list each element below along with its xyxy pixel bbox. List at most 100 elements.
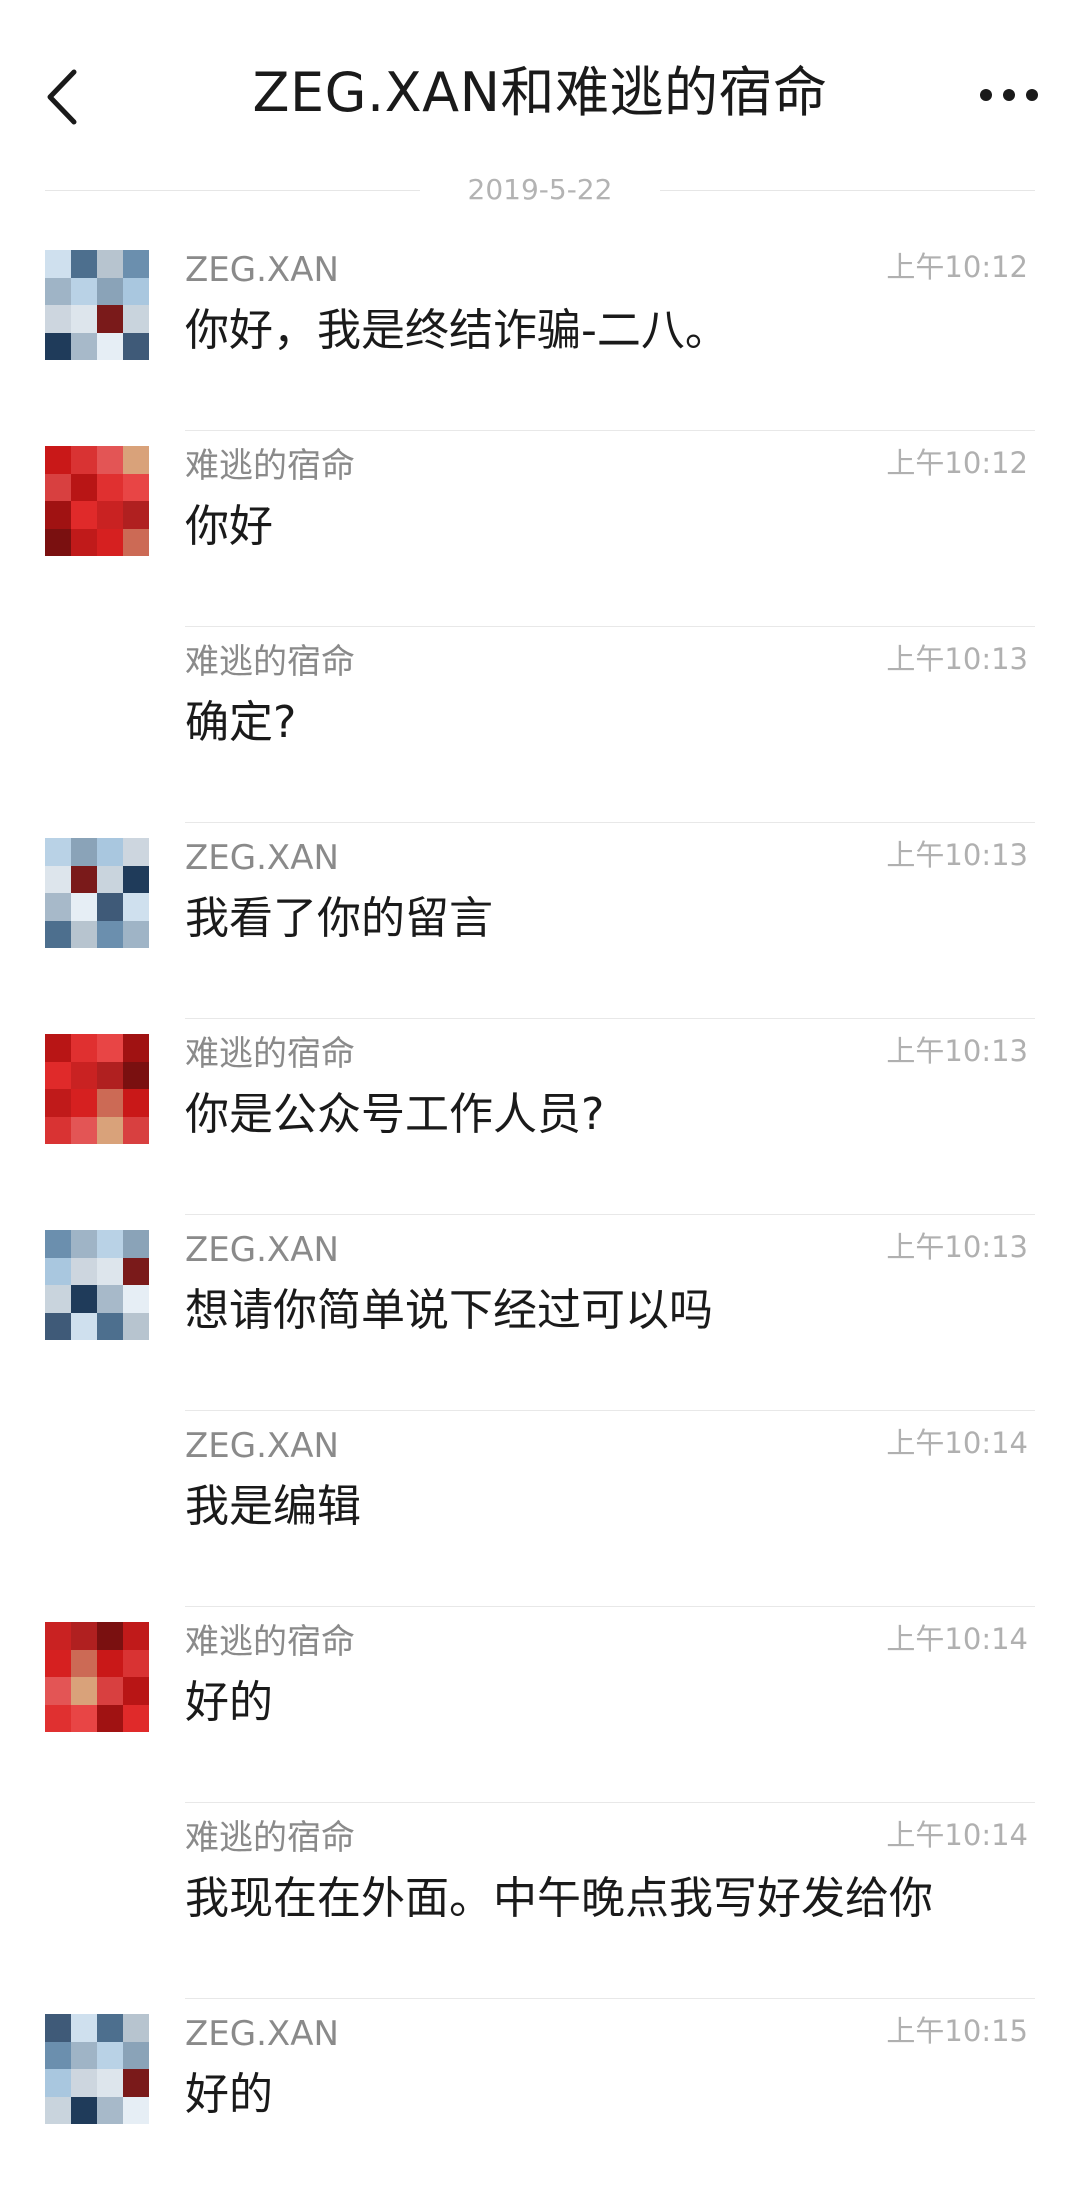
avatar-tile xyxy=(45,446,71,474)
avatar-tile xyxy=(97,332,123,360)
avatar-tile xyxy=(45,1649,71,1677)
avatar-tile xyxy=(123,838,149,866)
message-time: 上午10:13 xyxy=(886,1034,1028,1068)
avatar[interactable] xyxy=(45,838,149,948)
avatar-tile xyxy=(71,2069,97,2097)
avatar-tile xyxy=(45,1089,71,1117)
sender-name: 难逃的宿命 xyxy=(185,642,355,682)
avatar-tile xyxy=(123,1285,149,1313)
message-item[interactable]: ZEG.XAN 上午10:14 我是编辑 xyxy=(0,1411,1080,1607)
message-text: 你好 xyxy=(185,501,273,552)
avatar-tile xyxy=(45,1230,71,1258)
message-item[interactable]: ZEG.XAN 上午10:13 我看了你的留言 xyxy=(0,823,1080,1019)
message-text: 我是编辑 xyxy=(185,1481,361,1532)
avatar-tile xyxy=(45,1034,71,1062)
avatar[interactable] xyxy=(45,1622,149,1732)
avatar-tile xyxy=(71,2096,97,2124)
avatar-tile xyxy=(71,2014,97,2042)
avatar-tile xyxy=(123,473,149,501)
sender-name: 难逃的宿命 xyxy=(185,446,355,486)
avatar[interactable] xyxy=(45,1230,149,1340)
message-item[interactable]: ZEG.XAN 上午10:15 好的 xyxy=(0,1999,1080,2195)
avatar-tile xyxy=(45,1622,71,1650)
message-text: 好的 xyxy=(185,1677,273,1728)
avatar-tile xyxy=(45,2096,71,2124)
avatar-tile xyxy=(97,446,123,474)
avatar-tile xyxy=(45,1061,71,1089)
message-list: ZEG.XAN 上午10:12 你好，我是终结诈骗-二八。 难逃的宿命 上午10… xyxy=(0,235,1080,2195)
message-time: 上午10:14 xyxy=(886,1622,1028,1656)
avatar-tile xyxy=(71,893,97,921)
avatar-tile xyxy=(123,1649,149,1677)
message-item[interactable]: ZEG.XAN 上午10:13 想请你简单说下经过可以吗 xyxy=(0,1215,1080,1411)
avatar-tile xyxy=(45,865,71,893)
avatar[interactable] xyxy=(45,250,149,360)
avatar-tile xyxy=(123,1034,149,1062)
avatar-tile xyxy=(71,473,97,501)
message-time: 上午10:14 xyxy=(886,1818,1028,1852)
sender-name: ZEG.XAN xyxy=(185,1426,339,1466)
chevron-left-icon xyxy=(47,69,77,125)
message-item[interactable]: ZEG.XAN 上午10:12 你好，我是终结诈骗-二八。 xyxy=(0,235,1080,431)
avatar-tile xyxy=(45,920,71,948)
avatar-tile xyxy=(71,446,97,474)
avatar-tile xyxy=(45,2014,71,2042)
message-time: 上午10:12 xyxy=(886,446,1028,480)
sender-name: ZEG.XAN xyxy=(185,838,339,878)
avatar-tile xyxy=(123,528,149,556)
avatar-tile xyxy=(123,305,149,333)
avatar-tile xyxy=(123,1230,149,1258)
message-time: 上午10:13 xyxy=(886,838,1028,872)
avatar-tile xyxy=(97,473,123,501)
avatar-tile xyxy=(71,1622,97,1650)
message-text: 我现在在外面。中午晚点我写好发给你 xyxy=(185,1873,933,1924)
avatar-tile xyxy=(123,2014,149,2042)
avatar-tile xyxy=(71,838,97,866)
avatar-tile xyxy=(97,1677,123,1705)
avatar-tile xyxy=(97,1622,123,1650)
avatar-tile xyxy=(45,528,71,556)
avatar-tile xyxy=(123,1061,149,1089)
avatar-tile xyxy=(123,2069,149,2097)
avatar-tile xyxy=(97,501,123,529)
avatar-tile xyxy=(123,893,149,921)
avatar-tile xyxy=(71,305,97,333)
avatar-tile xyxy=(71,501,97,529)
avatar-tile xyxy=(97,1230,123,1258)
sender-name: ZEG.XAN xyxy=(185,250,339,290)
avatar-tile xyxy=(97,1312,123,1340)
more-button[interactable] xyxy=(974,75,1044,115)
sender-name: 难逃的宿命 xyxy=(185,1034,355,1074)
avatar-tile xyxy=(71,1704,97,1732)
avatar-tile xyxy=(123,446,149,474)
avatar[interactable] xyxy=(45,2014,149,2124)
avatar-tile xyxy=(97,2096,123,2124)
message-time: 上午10:15 xyxy=(886,2014,1028,2048)
avatar-tile xyxy=(97,1257,123,1285)
avatar-tile xyxy=(45,1285,71,1313)
avatar-tile xyxy=(71,1116,97,1144)
avatar-tile xyxy=(123,920,149,948)
back-button[interactable] xyxy=(40,62,90,132)
message-item[interactable]: 难逃的宿命 上午10:14 我现在在外面。中午晚点我写好发给你 xyxy=(0,1803,1080,1999)
avatar-tile xyxy=(123,1704,149,1732)
avatar-tile xyxy=(71,250,97,278)
message-item[interactable]: 难逃的宿命 上午10:13 确定? xyxy=(0,627,1080,823)
avatar-tile xyxy=(45,1704,71,1732)
message-item[interactable]: 难逃的宿命 上午10:14 好的 xyxy=(0,1607,1080,1803)
avatar-tile xyxy=(97,1089,123,1117)
message-item[interactable]: 难逃的宿命 上午10:12 你好 xyxy=(0,431,1080,627)
message-text: 我看了你的留言 xyxy=(185,893,493,944)
message-text: 你是公众号工作人员? xyxy=(185,1089,605,1140)
avatar-tile xyxy=(97,1116,123,1144)
avatar-tile xyxy=(97,2041,123,2069)
avatar[interactable] xyxy=(45,446,149,556)
avatar-tile xyxy=(45,893,71,921)
avatar-tile xyxy=(123,1622,149,1650)
avatar-tile xyxy=(97,1285,123,1313)
avatar[interactable] xyxy=(45,1034,149,1144)
avatar-tile xyxy=(71,1034,97,1062)
avatar-tile xyxy=(71,865,97,893)
message-item[interactable]: 难逃的宿命 上午10:13 你是公众号工作人员? xyxy=(0,1019,1080,1215)
date-separator-line xyxy=(660,190,1035,191)
